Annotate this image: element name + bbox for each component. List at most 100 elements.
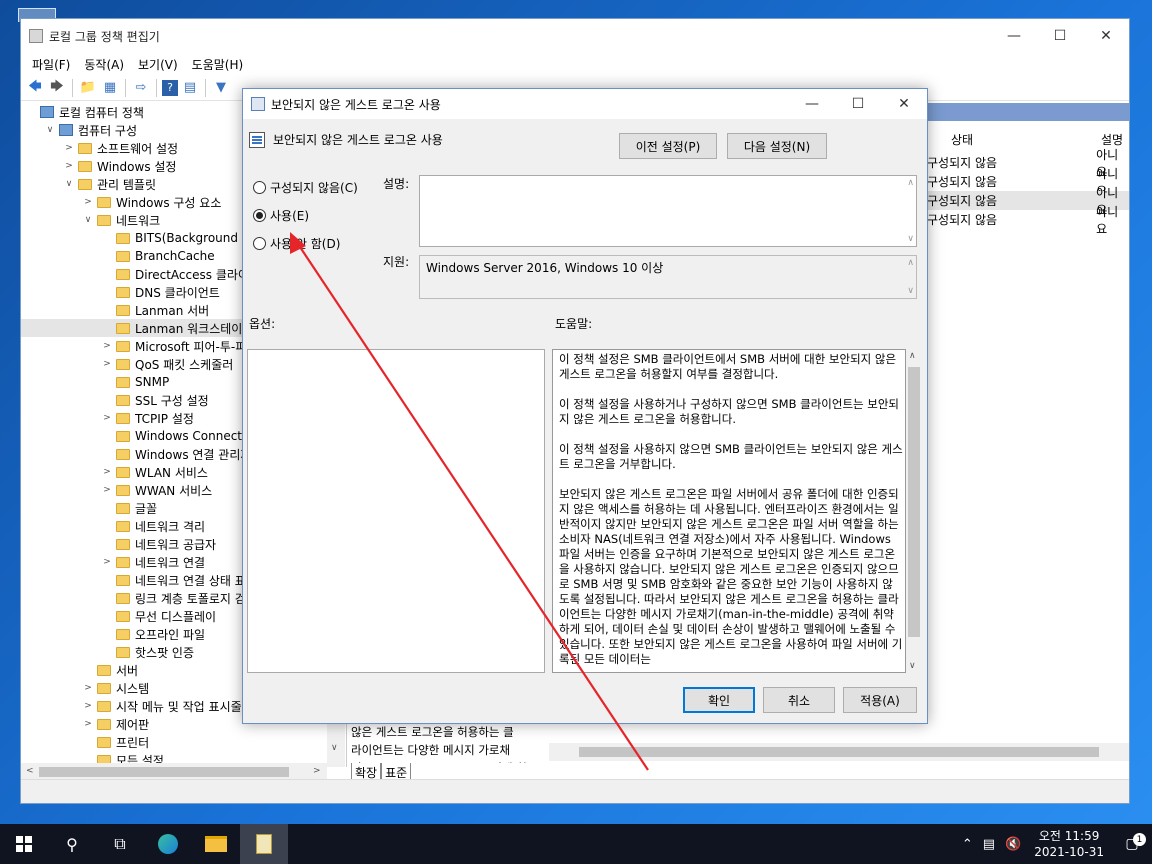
- dialog-minimize-button[interactable]: —: [789, 90, 835, 118]
- comment-textarea[interactable]: ∧ ∨: [419, 175, 917, 247]
- previous-setting-button[interactable]: 이전 설정(P): [619, 133, 717, 159]
- back-icon[interactable]: 🡄: [25, 78, 45, 98]
- expanded-chevron-icon[interactable]: ∨: [63, 179, 75, 189]
- collapsed-chevron-icon[interactable]: >: [63, 143, 75, 153]
- forward-icon[interactable]: 🡆: [47, 78, 67, 98]
- collapsed-chevron-icon[interactable]: >: [82, 683, 94, 693]
- folder-icon: [116, 466, 130, 478]
- dialog-maximize-button[interactable]: ☐: [835, 90, 881, 118]
- gpedit-app-icon: [29, 29, 43, 43]
- folder-icon: [116, 646, 130, 658]
- menu-action[interactable]: 동작(A): [77, 56, 131, 73]
- filter-icon[interactable]: ▼: [211, 78, 231, 98]
- options-label: 옵션:: [249, 317, 276, 331]
- help-scrollbar[interactable]: ∧ ∨: [906, 349, 922, 673]
- tree-item-label: Lanman 서버: [135, 303, 210, 318]
- scroll-right-arrow-icon[interactable]: >: [313, 766, 321, 776]
- collapsed-chevron-icon[interactable]: >: [101, 485, 113, 495]
- policy-document-icon: [249, 131, 265, 148]
- chevron-up-icon[interactable]: ⌃: [957, 837, 978, 852]
- tree-item-label: SSL 구성 설정: [135, 393, 209, 408]
- folder-icon: [116, 430, 130, 442]
- menu-help[interactable]: 도움말(H): [185, 56, 251, 73]
- tree-item-label: Lanman 워크스테이션: [135, 321, 254, 336]
- help-text: 이 정책 설정은 SMB 클라이언트에서 SMB 서버에 대한 보안되지 않은 …: [559, 352, 903, 666]
- pane-horizontal-scrollbar[interactable]: [549, 743, 1129, 761]
- collapsed-chevron-icon[interactable]: >: [101, 359, 113, 369]
- folder-icon: [116, 322, 130, 334]
- dialog-title: 보안되지 않은 게스트 로그온 사용: [271, 97, 441, 112]
- expanded-chevron-icon[interactable]: ∨: [44, 125, 56, 135]
- start-button[interactable]: [0, 824, 48, 864]
- apply-button[interactable]: 적용(A): [843, 687, 917, 713]
- computer-icon: [59, 124, 73, 136]
- supported-value: Windows Server 2016, Windows 10 이상: [426, 261, 664, 275]
- folder-icon: [116, 268, 130, 280]
- scroll-left-arrow-icon[interactable]: <: [26, 766, 34, 776]
- folder-icon: [97, 682, 111, 694]
- task-view-icon[interactable]: ⧉: [96, 824, 144, 864]
- collapsed-chevron-icon[interactable]: >: [101, 413, 113, 423]
- show-hide-tree-icon[interactable]: ▦: [100, 78, 120, 98]
- menu-view[interactable]: 보기(V): [131, 56, 185, 73]
- collapsed-chevron-icon[interactable]: >: [101, 557, 113, 567]
- folder-icon: [116, 628, 130, 640]
- policy-name: 보안되지 않은 게스트 로그온 사용: [273, 133, 443, 147]
- scroll-up-arrow-icon[interactable]: ∧: [909, 351, 916, 361]
- collapsed-chevron-icon[interactable]: >: [82, 197, 94, 207]
- policy-setting-icon: [251, 97, 265, 111]
- notification-badge: 1: [1133, 833, 1146, 846]
- collapsed-chevron-icon[interactable]: >: [82, 719, 94, 729]
- menu-file[interactable]: 파일(F): [25, 56, 77, 73]
- notification-center-icon[interactable]: ▢ 1: [1112, 833, 1152, 852]
- file-explorer-icon[interactable]: [192, 824, 240, 864]
- close-button[interactable]: ✕: [1083, 20, 1129, 52]
- search-icon[interactable]: ⚲: [48, 824, 96, 864]
- scroll-down-arrow-icon[interactable]: ∨: [909, 661, 916, 671]
- folder-icon: [116, 484, 130, 496]
- radio-enabled[interactable]: 사용(E): [253, 207, 309, 224]
- tree-item-label: 네트워크: [116, 213, 161, 228]
- tree-item[interactable]: 프린터: [21, 733, 346, 751]
- folder-icon: [116, 376, 130, 388]
- clock[interactable]: 오전 11:59 2021-10-31: [1026, 828, 1112, 860]
- radio-disabled[interactable]: 사용 안 함(D): [253, 235, 340, 252]
- scroll-down-arrow-icon[interactable]: ∨: [331, 743, 338, 753]
- help-icon[interactable]: ?: [162, 79, 178, 96]
- dialog-close-button[interactable]: ✕: [881, 90, 927, 118]
- next-setting-button[interactable]: 다음 설정(N): [727, 133, 827, 159]
- ok-button[interactable]: 확인: [683, 687, 755, 713]
- gpedit-taskbar-icon[interactable]: [240, 824, 288, 864]
- folder-icon: [97, 700, 111, 712]
- table-row[interactable]: 구성되지 않음 아니요: [927, 205, 1129, 236]
- folder-icon: [78, 178, 92, 190]
- radio-not-configured[interactable]: 구성되지 않음(C): [253, 179, 358, 196]
- tree-item-label: WWAN 서비스: [135, 483, 213, 498]
- export-list-icon[interactable]: ⇨: [131, 78, 151, 98]
- options-panel: [247, 349, 545, 673]
- up-folder-icon[interactable]: 📁: [78, 78, 98, 98]
- supported-on-box: Windows Server 2016, Windows 10 이상 ∧ ∨: [419, 255, 917, 299]
- maximize-button[interactable]: ☐: [1037, 20, 1083, 52]
- tree-item-label: 로컬 컴퓨터 정책: [59, 105, 144, 120]
- edge-browser-icon[interactable]: [144, 824, 192, 864]
- folder-icon: [116, 520, 130, 532]
- properties-icon[interactable]: ▤: [180, 78, 200, 98]
- collapsed-chevron-icon[interactable]: >: [101, 341, 113, 351]
- tree-item-label: 무선 디스플레이: [135, 609, 217, 624]
- cancel-button[interactable]: 취소: [763, 687, 835, 713]
- taskbar: ⚲ ⧉ ⌃ ▤ 🔇 오전 11:59 2021-10-31 ▢ 1: [0, 824, 1152, 864]
- minimize-button[interactable]: —: [991, 20, 1037, 52]
- tree-item-label: 네트워크 격리: [135, 519, 206, 534]
- volume-muted-icon[interactable]: 🔇: [1000, 837, 1026, 852]
- collapsed-chevron-icon[interactable]: >: [82, 701, 94, 711]
- tree-item-label: QoS 패킷 스케줄러: [135, 357, 234, 372]
- network-icon[interactable]: ▤: [978, 837, 1000, 852]
- collapsed-chevron-icon[interactable]: >: [63, 161, 75, 171]
- collapsed-chevron-icon[interactable]: >: [101, 467, 113, 477]
- tree-item-label: 핫스팟 인증: [135, 645, 195, 660]
- expanded-chevron-icon[interactable]: ∨: [82, 215, 94, 225]
- column-header-state[interactable]: 상태: [951, 131, 973, 148]
- tree-item-label: 네트워크 연결 상태 표: [135, 573, 246, 588]
- policy-header: 보안되지 않은 게스트 로그온 사용: [249, 131, 443, 148]
